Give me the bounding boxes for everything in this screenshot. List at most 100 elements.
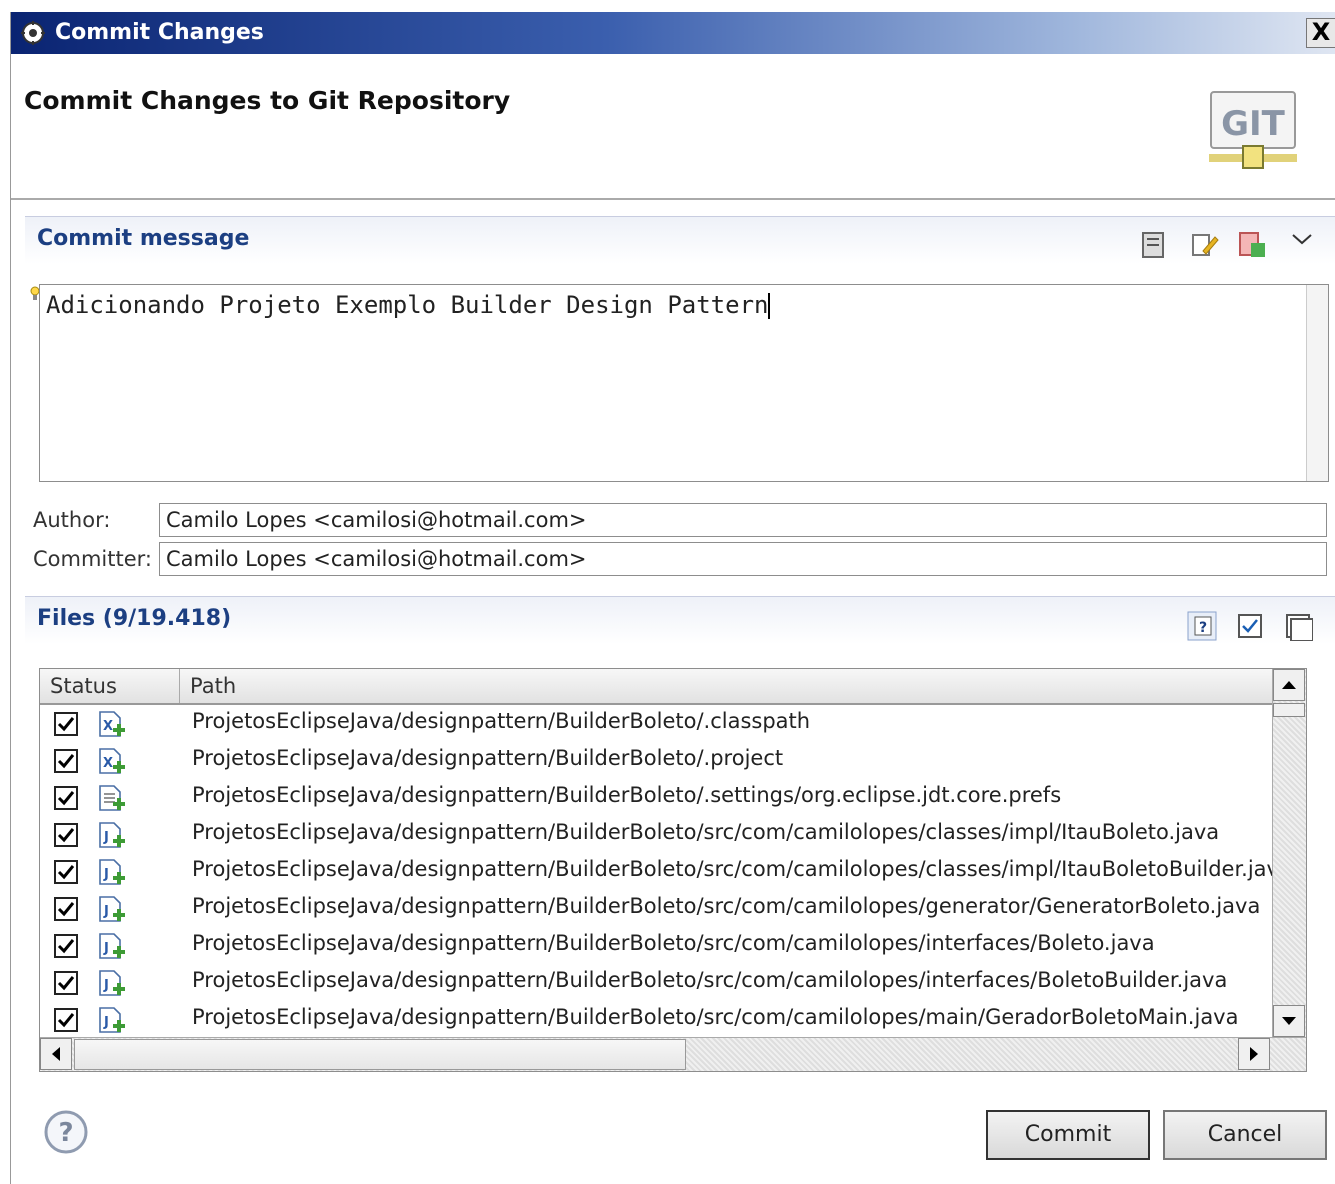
path-column-header[interactable]: Path [180,669,1272,703]
table-row[interactable]: J ProjetosEclipseJava/designpattern/Build… [40,892,1272,929]
file-path: ProjetosEclipseJava/designpattern/Builde… [192,1005,1239,1029]
dialog-header: Commit Changes to Git Repository GIT [11,54,1335,200]
amend-icon[interactable] [1189,229,1219,259]
file-checkbox[interactable] [54,971,78,995]
xml-file-added-icon: X [99,711,125,737]
svg-text:?: ? [1199,620,1207,636]
svg-text:?: ? [58,1118,73,1148]
svg-text:J: J [103,941,109,956]
table-row[interactable]: J ProjetosEclipseJava/designpattern/Build… [40,929,1272,966]
committer-field[interactable]: Camilo Lopes <camilosi@hotmail.com> [159,542,1327,576]
java-file-added-icon: J [99,933,125,959]
checkmark-icon [57,717,75,732]
cancel-button[interactable]: Cancel [1163,1110,1327,1160]
file-checkbox[interactable] [54,823,78,847]
file-checkbox[interactable] [54,786,78,810]
git-logo-text: GIT [1221,104,1286,144]
file-checkbox[interactable] [54,749,78,773]
scroll-thumb[interactable] [1273,703,1305,717]
file-checkbox[interactable] [54,1008,78,1032]
chevron-down-icon[interactable] [1287,225,1317,255]
java-file-added-icon: J [99,970,125,996]
svg-text:J: J [103,1015,109,1030]
table-row[interactable]: J ProjetosEclipseJava/designpattern/Build… [40,818,1272,855]
checkmark-icon [57,939,75,954]
scroll-right-button[interactable] [1238,1038,1270,1070]
file-path: ProjetosEclipseJava/designpattern/Builde… [192,783,1062,807]
svg-text:J: J [103,867,109,882]
scroll-up-button[interactable] [1273,669,1305,701]
files-vertical-scrollbar[interactable] [1272,669,1306,1039]
file-path: ProjetosEclipseJava/designpattern/Builde… [192,968,1228,992]
checkmark-icon [57,1013,75,1028]
files-title: Files (9/19.418) [37,606,232,631]
select-all-icon[interactable] [1235,611,1265,641]
committer-label: Committer: [33,547,152,571]
java-file-added-icon: J [99,896,125,922]
xml-file-added-icon: X [99,748,125,774]
window-title: Commit Changes [55,20,264,45]
scroll-down-button[interactable] [1273,1005,1305,1037]
gear-icon [21,21,45,45]
deselect-all-icon[interactable] [1283,611,1313,641]
file-checkbox[interactable] [54,860,78,884]
text-caret [768,293,771,319]
table-row[interactable]: J ProjetosEclipseJava/designpattern/Build… [40,966,1272,1003]
file-path: ProjetosEclipseJava/designpattern/Builde… [192,931,1155,955]
change-id-icon[interactable] [1237,229,1267,259]
arrow-left-icon [52,1047,60,1061]
file-path: ProjetosEclipseJava/designpattern/Builde… [192,709,811,733]
scroll-left-button[interactable] [40,1038,72,1070]
help-icon[interactable]: ? [43,1109,89,1155]
files-table: Status Path X ProjetosEclipseJava/designp… [39,668,1307,1072]
svg-text:J: J [103,904,109,919]
java-file-added-icon: J [99,859,125,885]
svg-text:J: J [103,978,109,993]
commit-button[interactable]: Commit [986,1110,1150,1160]
java-file-added-icon: J [99,822,125,848]
commit-changes-dialog: Commit Changes X Commit Changes to Git R… [10,12,1335,1184]
files-table-header: Status Path [40,669,1272,705]
checkmark-icon [57,865,75,880]
show-untracked-icon[interactable]: ? [1187,611,1217,641]
arrow-down-icon [1282,1017,1296,1025]
table-row[interactable]: X ProjetosEclipseJava/designpattern/Build… [40,707,1272,744]
table-row[interactable]: J ProjetosEclipseJava/designpattern/Build… [40,1003,1272,1040]
file-path: ProjetosEclipseJava/designpattern/Builde… [192,746,784,770]
svg-text:X: X [103,756,113,771]
git-logo-icon: GIT [1209,91,1297,169]
message-vertical-scrollbar[interactable] [1306,285,1328,481]
files-horizontal-scrollbar[interactable] [40,1037,1306,1071]
checkmark-icon [57,791,75,806]
author-field[interactable]: Camilo Lopes <camilosi@hotmail.com> [159,503,1327,537]
table-row[interactable]: X ProjetosEclipseJava/designpattern/Build… [40,744,1272,781]
arrow-right-icon [1250,1047,1258,1061]
commit-message-text: Adicionando Projeto Exemplo Builder Desi… [46,291,769,319]
header-title: Commit Changes to Git Repository [24,86,511,115]
file-path: ProjetosEclipseJava/designpattern/Builde… [192,894,1261,918]
file-checkbox[interactable] [54,897,78,921]
status-column-header[interactable]: Status [40,669,180,703]
java-file-added-icon: J [99,1007,125,1033]
commit-message-title: Commit message [37,226,250,251]
commit-message-input[interactable]: Adicionando Projeto Exemplo Builder Desi… [39,284,1329,482]
text-file-added-icon [99,785,125,811]
checkmark-icon [57,902,75,917]
commit-message-section: Commit message [25,216,1335,264]
table-row[interactable]: J ProjetosEclipseJava/designpattern/Build… [40,855,1279,892]
files-section: Files (9/19.418) ? [25,596,1335,644]
signoff-icon[interactable] [1139,229,1169,259]
horizontal-scroll-thumb[interactable] [74,1039,686,1070]
close-button[interactable]: X [1306,18,1335,48]
title-bar[interactable]: Commit Changes X [11,12,1335,54]
checkmark-icon [57,828,75,843]
svg-text:X: X [103,719,113,734]
file-checkbox[interactable] [54,712,78,736]
author-label: Author: [33,508,111,532]
checkmark-icon [57,976,75,991]
arrow-up-icon [1282,681,1296,689]
file-path: ProjetosEclipseJava/designpattern/Builde… [192,857,1279,881]
file-checkbox[interactable] [54,934,78,958]
table-row[interactable]: ProjetosEclipseJava/designpattern/Builde… [40,781,1272,818]
checkmark-icon [57,754,75,769]
